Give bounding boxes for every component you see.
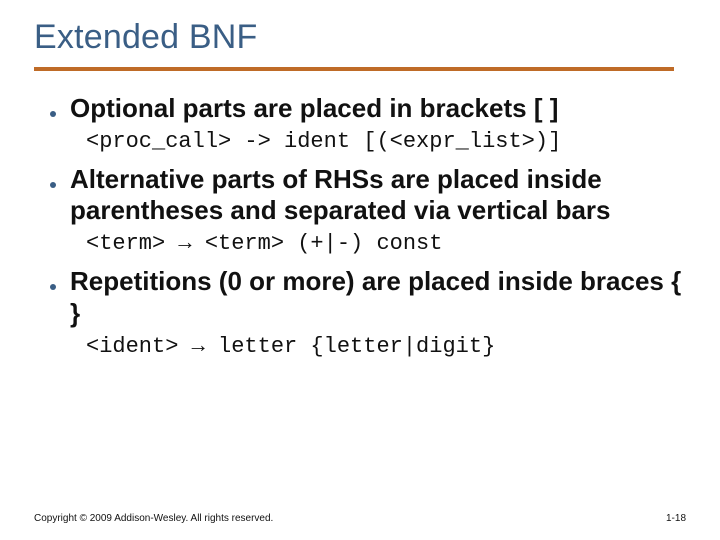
bullet-item: Alternative parts of RHSs are placed ins… bbox=[44, 164, 686, 227]
bullet-text: Optional parts are placed in brackets [ … bbox=[70, 93, 558, 125]
code-line: <term> → <term> (+|-) const bbox=[86, 231, 686, 256]
bullet-list: Optional parts are placed in brackets [ … bbox=[34, 93, 686, 359]
bullet-icon bbox=[50, 111, 56, 117]
code-line: <ident> → letter {letter|digit} bbox=[86, 334, 686, 359]
code-line: <proc_call> -> ident [(<expr_list>)] bbox=[86, 129, 686, 154]
copyright-footer: Copyright © 2009 Addison-Wesley. All rig… bbox=[34, 513, 273, 524]
bullet-text: Alternative parts of RHSs are placed ins… bbox=[70, 164, 686, 227]
bullet-icon bbox=[50, 182, 56, 188]
bullet-item: Repetitions (0 or more) are placed insid… bbox=[44, 266, 686, 329]
bullet-item: Optional parts are placed in brackets [ … bbox=[44, 93, 686, 125]
page-number: 1-18 bbox=[666, 513, 686, 524]
bullet-icon bbox=[50, 284, 56, 290]
bullet-text: Repetitions (0 or more) are placed insid… bbox=[70, 266, 686, 329]
slide: Extended BNF Optional parts are placed i… bbox=[0, 0, 720, 540]
title-divider bbox=[34, 67, 674, 71]
slide-title: Extended BNF bbox=[34, 18, 686, 57]
